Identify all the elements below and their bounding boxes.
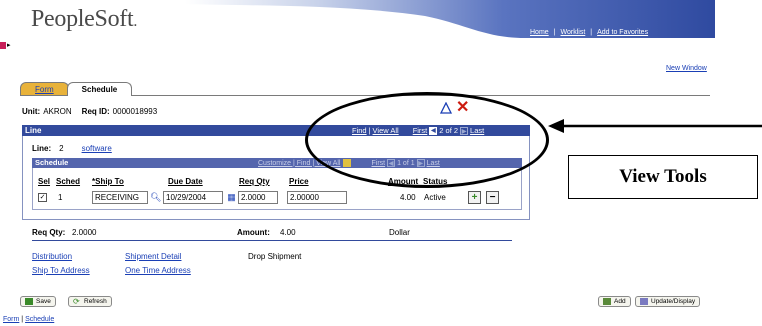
refresh-button[interactable]: ⟳ Refresh [68, 296, 112, 307]
callout-arrow [548, 119, 762, 133]
home-link[interactable]: Home [530, 29, 549, 36]
nav-separator: | [553, 28, 556, 36]
update-display-button[interactable]: Update/Display [635, 296, 701, 307]
add-to-favorites-link[interactable]: Add to Favorites [597, 29, 648, 36]
unit-row: Unit: AKRON Req ID: 0000018993 [22, 107, 157, 116]
shipment-detail-link[interactable]: Shipment Detail [125, 252, 181, 261]
add-icon [603, 298, 611, 305]
bottom-schedule-link[interactable]: Schedule [25, 316, 54, 323]
add-button[interactable]: Add [598, 296, 631, 307]
ship-to-field[interactable]: RECEIVING [92, 191, 148, 204]
nav-separator: | [590, 28, 593, 36]
peoplesoft-logo: PeopleSoft. [31, 6, 138, 32]
drop-shipment-label: Drop Shipment [248, 252, 302, 261]
refresh-icon: ⟳ [73, 297, 80, 306]
due-date-field[interactable]: 10/29/2004 [163, 191, 223, 204]
refresh-label: Refresh [84, 298, 107, 305]
line-item-link[interactable]: software [82, 144, 112, 153]
status-value: Active [424, 193, 446, 202]
divider [32, 240, 512, 241]
req-id-value: 0000018993 [112, 107, 158, 116]
select-checkbox[interactable]: ✓ [38, 193, 47, 202]
amount-total: 4.00 [280, 228, 296, 237]
bottom-form-link[interactable]: Form [3, 316, 19, 323]
req-qty-total: 2.0000 [72, 228, 97, 237]
unit-value: AKRON [43, 107, 72, 116]
col-req-qty[interactable]: Req Qty [239, 177, 270, 186]
lookup-search-icon[interactable]: 🔍︎ [150, 192, 161, 203]
line-label: Line: [32, 144, 52, 153]
col-price[interactable]: Price [289, 177, 309, 186]
save-label: Save [36, 298, 51, 305]
calendar-icon[interactable]: ▦ [226, 192, 237, 203]
line-number: 2 [59, 144, 64, 153]
col-sel[interactable]: Sel [38, 177, 50, 186]
save-button[interactable]: Save [20, 296, 56, 307]
menu-toggle-icon[interactable]: ▸ [0, 40, 14, 50]
col-due-date[interactable]: Due Date [168, 177, 203, 186]
one-time-address-link[interactable]: One Time Address [125, 266, 191, 275]
req-qty-field[interactable]: 2.0000 [238, 191, 278, 204]
req-qty-label: Req Qty: [32, 228, 66, 237]
top-navigation: Home | Worklist | Add to Favorites [530, 26, 648, 38]
price-field[interactable]: 2.00000 [287, 191, 347, 204]
update-display-label: Update/Display [651, 298, 696, 305]
save-icon [25, 298, 33, 305]
distribution-link[interactable]: Distribution [32, 252, 72, 261]
totals-row: Req Qty: 2.0000 Amount: 4.00 Dollar [32, 228, 520, 238]
delete-row-button[interactable]: − [486, 191, 499, 204]
amount-value: 4.00 [400, 193, 416, 202]
worklist-link[interactable]: Worklist [561, 29, 586, 36]
new-window-link[interactable]: New Window [666, 65, 707, 72]
amount-label: Amount: [237, 228, 270, 237]
tab-schedule[interactable]: Schedule [66, 82, 133, 96]
bottom-page-links: Form | Schedule [3, 316, 54, 323]
currency-value: Dollar [389, 228, 410, 237]
update-display-icon [640, 298, 648, 305]
col-sched[interactable]: Sched [56, 177, 80, 186]
page-tabs: Form Schedule [20, 82, 133, 96]
tab-form[interactable]: Form [20, 82, 69, 96]
sched-number: 1 [58, 193, 63, 202]
add-label: Add [614, 298, 626, 305]
callout-ellipse [305, 92, 549, 188]
req-id-label: Req ID: [81, 107, 110, 116]
add-row-button[interactable]: + [468, 191, 481, 204]
view-tools-label: View Tools [568, 155, 758, 199]
col-ship-to[interactable]: *Ship To [92, 177, 124, 186]
line-row: Line: 2 software [32, 144, 112, 153]
ship-to-address-link[interactable]: Ship To Address [32, 266, 90, 275]
unit-label: Unit: [22, 107, 41, 116]
